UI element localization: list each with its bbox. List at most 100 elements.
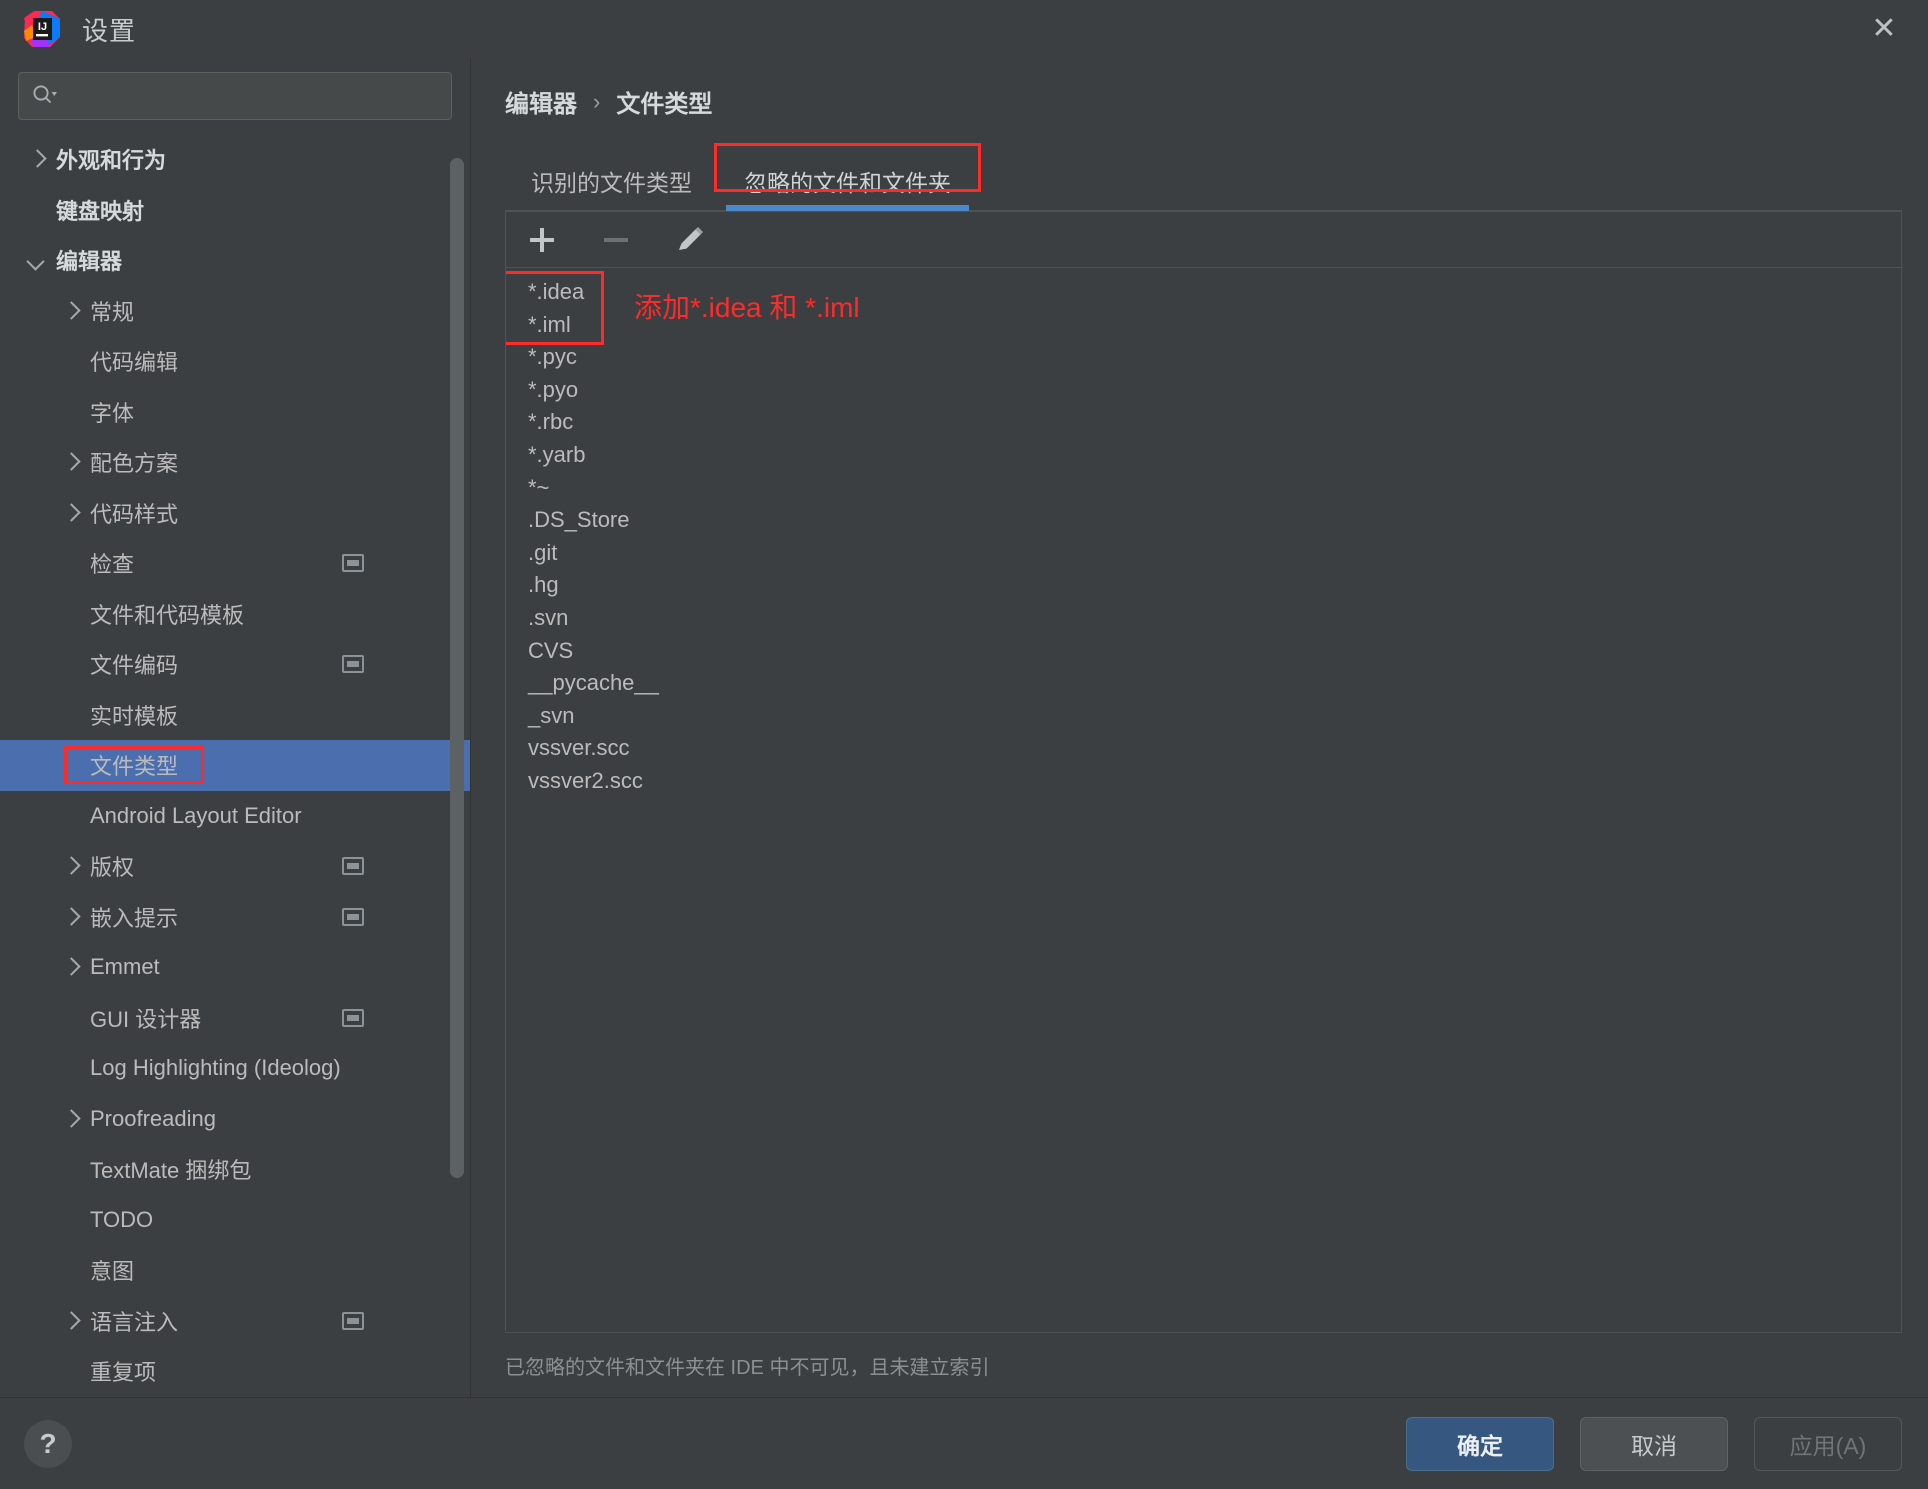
ide-level-setting-icon	[342, 1311, 364, 1330]
list-item[interactable]: vssver2.scc	[506, 765, 1901, 798]
list-item[interactable]: *.rbc	[506, 406, 1901, 439]
sidebar-item-label: 键盘映射	[56, 198, 145, 224]
sidebar-item-17[interactable]: GUI 设计器	[0, 993, 470, 1044]
sidebar-item-14[interactable]: 版权	[0, 841, 470, 892]
sidebar-item-0[interactable]: 外观和行为	[0, 134, 470, 185]
sidebar-item-18[interactable]: Log Highlighting (Ideolog)	[0, 1043, 470, 1094]
sidebar-item-4[interactable]: 代码编辑	[0, 336, 470, 387]
breadcrumb-parent[interactable]: 编辑器	[505, 84, 577, 119]
sidebar-item-6[interactable]: 配色方案	[0, 437, 470, 488]
sidebar-item-8[interactable]: 检查	[0, 538, 470, 589]
sidebar-item-label: 文件编码	[90, 653, 179, 679]
list-item[interactable]: .hg	[506, 569, 1901, 602]
search-input[interactable]	[65, 84, 439, 108]
sidebar-item-label: 常规	[90, 299, 135, 325]
list-toolbar	[505, 211, 1902, 267]
ignored-files-list[interactable]: *.idea *.iml *.pyc *.pyo *.rbc *.yarb *~ .DS_St…	[505, 267, 1902, 1333]
chevron-right-icon[interactable]	[60, 451, 82, 473]
svg-text:IJ: IJ	[38, 21, 47, 33]
list-item[interactable]: vssver.scc	[506, 732, 1901, 765]
settings-main-panel: 编辑器 › 文件类型 识别的文件类型 忽略的文件和文件夹 *.idea *.im…	[471, 58, 1928, 1397]
search-icon	[31, 83, 57, 109]
sidebar-item-20[interactable]: TextMate 捆绑包	[0, 1144, 470, 1195]
settings-tree[interactable]: 外观和行为键盘映射编辑器常规代码编辑字体配色方案代码样式检查文件和代码模板文件编…	[0, 128, 470, 1397]
chevron-right-icon[interactable]	[26, 148, 48, 170]
sidebar-item-11[interactable]: 实时模板	[0, 690, 470, 741]
list-item[interactable]: __pycache__	[506, 667, 1901, 700]
ide-level-setting-icon	[342, 554, 364, 573]
sidebar-item-15[interactable]: 嵌入提示	[0, 892, 470, 943]
chevron-right-icon[interactable]	[60, 502, 82, 524]
chevron-right-icon[interactable]	[60, 300, 82, 322]
list-item[interactable]: .DS_Store	[506, 504, 1901, 537]
sidebar-item-21[interactable]: TODO	[0, 1195, 470, 1246]
sidebar-item-2[interactable]: 编辑器	[0, 235, 470, 286]
sidebar-item-12[interactable]: 文件类型	[0, 740, 470, 791]
cancel-button[interactable]: 取消	[1580, 1416, 1728, 1471]
tab-0[interactable]: 识别的文件类型	[505, 172, 718, 211]
close-icon[interactable]: ✕	[1840, 0, 1928, 58]
pencil-icon	[679, 226, 703, 250]
list-item[interactable]: .svn	[506, 602, 1901, 635]
sidebar-item-16[interactable]: Emmet	[0, 942, 470, 993]
sidebar-item-5[interactable]: 字体	[0, 387, 470, 438]
ide-level-setting-icon	[342, 857, 364, 876]
sidebar-item-22[interactable]: 意图	[0, 1245, 470, 1296]
sidebar-item-label: 外观和行为	[56, 148, 167, 174]
sidebar-item-label: 文件类型	[90, 754, 179, 780]
list-item[interactable]: .git	[506, 537, 1901, 570]
list-item[interactable]: CVS	[506, 635, 1901, 668]
sidebar-item-10[interactable]: 文件编码	[0, 639, 470, 690]
list-item[interactable]: *~	[506, 472, 1901, 505]
sidebar-item-label: 语言注入	[90, 1309, 179, 1335]
intellij-idea-logo-icon: IJ	[22, 9, 62, 49]
chevron-right-icon[interactable]	[60, 1108, 82, 1130]
sidebar-item-label: 配色方案	[90, 451, 179, 477]
chevron-down-icon[interactable]	[26, 249, 48, 271]
list-item[interactable]: _svn	[506, 700, 1901, 733]
sidebar-item-1[interactable]: 键盘映射	[0, 185, 470, 236]
breadcrumb-separator: ›	[593, 88, 601, 114]
sidebar-scrollbar[interactable]	[450, 158, 464, 1178]
sidebar-item-19[interactable]: Proofreading	[0, 1094, 470, 1145]
edit-button[interactable]	[668, 220, 712, 260]
sidebar-item-label: 嵌入提示	[90, 905, 179, 931]
sidebar-item-13[interactable]: Android Layout Editor	[0, 791, 470, 842]
sidebar-item-label: 代码编辑	[90, 350, 179, 376]
chevron-right-icon[interactable]	[60, 1310, 82, 1332]
chevron-right-icon[interactable]	[60, 906, 82, 928]
ide-level-setting-icon	[342, 655, 364, 674]
tab-1[interactable]: 忽略的文件和文件夹	[718, 172, 977, 211]
title-bar: IJ 设置 ✕	[0, 0, 1928, 58]
sidebar-item-label: 重复项	[90, 1360, 157, 1386]
help-button[interactable]: ?	[24, 1419, 72, 1468]
search-box[interactable]	[18, 72, 452, 120]
ok-button[interactable]: 确定	[1406, 1416, 1554, 1471]
sidebar-item-label: Proofreading	[90, 1105, 216, 1131]
dialog-footer: ? 确定 取消 应用(A)	[0, 1397, 1928, 1489]
sidebar-item-label: 版权	[90, 855, 135, 881]
chevron-right-icon[interactable]	[60, 855, 82, 877]
list-item[interactable]: *.pyo	[506, 374, 1901, 407]
sidebar-item-7[interactable]: 代码样式	[0, 488, 470, 539]
sidebar-item-label: 检查	[90, 552, 135, 578]
apply-button: 应用(A)	[1754, 1416, 1902, 1471]
add-button[interactable]	[520, 220, 564, 260]
sidebar-item-3[interactable]: 常规	[0, 286, 470, 337]
list-item[interactable]: *.yarb	[506, 439, 1901, 472]
chevron-right-icon[interactable]	[60, 956, 82, 978]
sidebar-item-23[interactable]: 语言注入	[0, 1296, 470, 1347]
tab-bar: 识别的文件类型 忽略的文件和文件夹	[505, 143, 1902, 211]
list-item[interactable]: *.pyc	[506, 341, 1901, 374]
sidebar-item-9[interactable]: 文件和代码模板	[0, 589, 470, 640]
sidebar-item-24[interactable]: 重复项	[0, 1346, 470, 1397]
